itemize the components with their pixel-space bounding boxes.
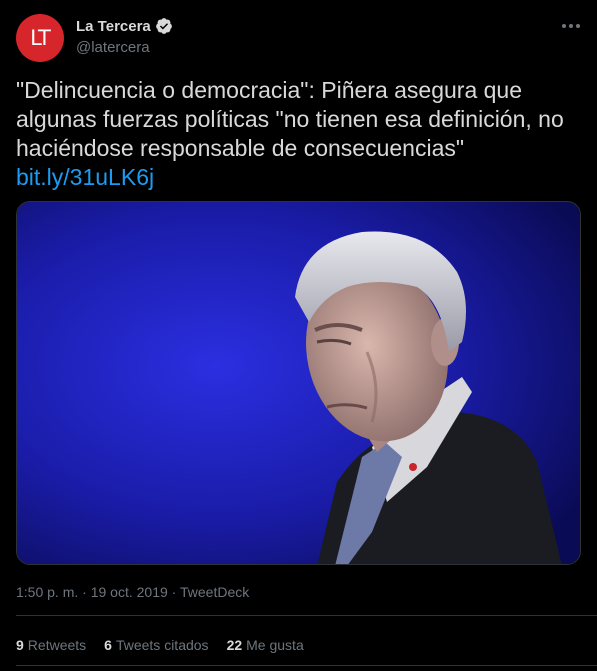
tweet-link[interactable]: bit.ly/31uLK6j (16, 163, 586, 192)
retweets-count: 9 (16, 637, 24, 653)
avatar[interactable]: LT (16, 14, 64, 62)
tweet-stats: 9 Retweets 6 Tweets citados 22 Me gusta (16, 637, 304, 653)
name-row: La Tercera (76, 16, 173, 36)
tweet-body: "Delincuencia o democracia": Piñera aseg… (16, 77, 564, 161)
divider (16, 615, 597, 616)
display-name[interactable]: La Tercera (76, 18, 151, 35)
retweets-stat[interactable]: 9 Retweets (16, 637, 86, 653)
likes-label: Me gusta (246, 637, 304, 653)
verified-badge-icon (155, 17, 173, 35)
author-info[interactable]: La Tercera @latercera (76, 16, 173, 56)
tweet-photo[interactable] (16, 201, 581, 565)
meta-separator: · (78, 584, 91, 600)
tweet-time[interactable]: 1:50 p. m. (16, 584, 78, 600)
likes-count: 22 (226, 637, 243, 653)
tweet-text: "Delincuencia o democracia": Piñera aseg… (16, 76, 586, 192)
retweets-label: Retweets (27, 637, 87, 653)
tweet-source[interactable]: TweetDeck (180, 584, 249, 600)
quotes-count: 6 (104, 637, 112, 653)
divider (16, 665, 597, 666)
meta-separator: · (167, 584, 180, 600)
more-options-icon[interactable] (559, 16, 583, 36)
tweet-meta: 1:50 p. m. · 19 oct. 2019 · TweetDeck (16, 584, 249, 600)
tweet-date[interactable]: 19 oct. 2019 (91, 584, 168, 600)
handle[interactable]: @latercera (76, 39, 173, 56)
quotes-label: Tweets citados (115, 637, 209, 653)
avatar-logo-text: LT (30, 26, 51, 50)
tweet: LT La Tercera @latercera "Delincuencia o… (0, 0, 597, 671)
photo-illustration (17, 202, 580, 564)
likes-stat[interactable]: 22 Me gusta (227, 637, 304, 653)
quotes-stat[interactable]: 6 Tweets citados (104, 637, 208, 653)
